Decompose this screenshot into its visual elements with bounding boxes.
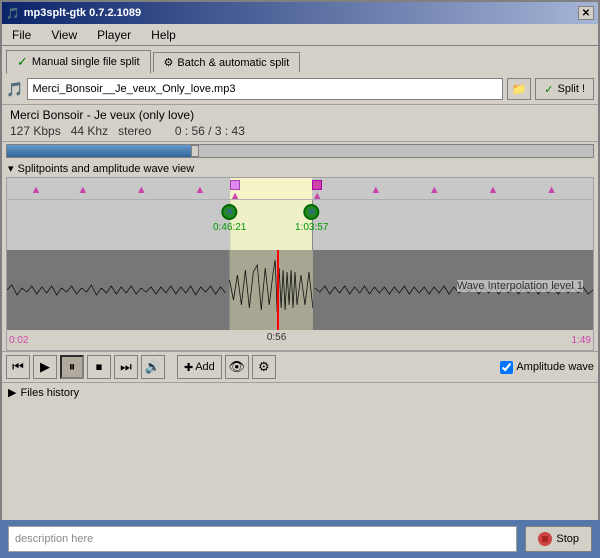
- time-mark-start: 0:02: [9, 335, 28, 346]
- bottom-bar: description here Stop: [0, 520, 600, 558]
- time-mark-end: 1:49: [572, 335, 591, 346]
- arrow-6: ▲: [429, 184, 440, 196]
- eyes-button[interactable]: 👁: [225, 355, 249, 379]
- description-box[interactable]: description here: [8, 526, 517, 552]
- stop-label: Stop: [556, 533, 579, 545]
- amplitude-check[interactable]: Amplitude wave: [500, 361, 594, 374]
- channels: stereo: [118, 124, 151, 138]
- info-bar: Merci Bonsoir - Je veux (only love) 127 …: [2, 105, 598, 142]
- bitrate: 127 Kbps: [10, 124, 61, 138]
- files-history-arrow: ▶: [8, 386, 16, 399]
- volume-button[interactable]: 🔊: [141, 355, 165, 379]
- tab-manual-check: ✓: [17, 54, 28, 70]
- sp-left-arrow: ▲: [230, 190, 241, 200]
- tab-batch-icon: ⚙: [164, 56, 174, 69]
- music-icon: 🎵: [6, 81, 23, 98]
- arrow-7: ▲: [488, 184, 499, 196]
- app-icon: 🎵: [6, 7, 20, 20]
- menu-player[interactable]: Player: [91, 26, 137, 44]
- stop-inner: [542, 536, 548, 542]
- wave-interpolation-label: Wave Interpolation level 1: [457, 280, 583, 292]
- close-button[interactable]: ✕: [578, 6, 594, 20]
- files-history-label: Files history: [20, 387, 79, 399]
- amplitude-checkbox[interactable]: [500, 361, 513, 374]
- play-button[interactable]: ▶: [33, 355, 57, 379]
- settings-button[interactable]: ⚙: [252, 355, 276, 379]
- tab-batch-label: Batch & automatic split: [177, 57, 289, 69]
- sp-right-arrow: ▲: [312, 190, 323, 200]
- pause-button[interactable]: ⏸: [60, 355, 84, 379]
- selection-highlight: [230, 178, 312, 199]
- splitpoints-label: Splitpoints and amplitude wave view: [18, 163, 195, 175]
- amplitude-label: Amplitude wave: [516, 361, 594, 373]
- stop-button[interactable]: Stop: [525, 526, 592, 552]
- description-text: description here: [15, 533, 93, 545]
- toolbar: ⏮ ▶ ⏸ ⏹ ⏭ 🔊 ✚ Add 👁 ⚙ Amplitude wave: [2, 351, 598, 383]
- folder-icon: 📁: [512, 82, 527, 96]
- add-button[interactable]: ✚ Add: [177, 355, 222, 379]
- tab-manual-label: Manual single file split: [32, 56, 140, 68]
- time-position: 0 : 56 / 3 : 43: [175, 124, 245, 138]
- browse-button[interactable]: 📁: [507, 78, 531, 100]
- sp-left-square[interactable]: [230, 180, 240, 190]
- split-check-icon: ✓: [544, 83, 553, 96]
- sp-right-x: ✕: [308, 207, 316, 218]
- waveform[interactable]: Wave Interpolation level 1: [7, 250, 593, 330]
- menu-file[interactable]: File: [6, 26, 37, 44]
- markers-row: ✕ 0:46:21 ✕ 1:03:57: [7, 200, 593, 250]
- sp-right-square[interactable]: [312, 180, 322, 190]
- add-label: Add: [195, 361, 215, 373]
- tab-manual[interactable]: ✓ Manual single file split: [6, 50, 151, 74]
- arrow-5: ▲: [370, 184, 381, 196]
- split-label: Split !: [557, 83, 585, 95]
- rewind-button[interactable]: ⏮: [6, 355, 30, 379]
- sp-left-x: ✕: [225, 207, 233, 218]
- add-icon: ✚: [184, 361, 193, 374]
- stop-tb-button[interactable]: ⏹: [87, 355, 111, 379]
- files-history[interactable]: ▶ Files history: [2, 383, 598, 402]
- arrow-4: ▲: [195, 184, 206, 196]
- title-bar: 🎵 mp3splt-gtk 0.7.2.1089 ✕: [2, 2, 598, 24]
- arrow-3: ▲: [136, 184, 147, 196]
- app-title: mp3splt-gtk 0.7.2.1089: [24, 7, 141, 19]
- sp-left-circle[interactable]: ✕: [222, 204, 238, 220]
- time-mark-current: 0:56: [267, 332, 286, 343]
- sp-left-time: 0:46:21: [213, 222, 246, 233]
- time-ruler: 0:02 0:56 1:49: [7, 330, 593, 350]
- frequency: 44 Khz: [71, 124, 108, 138]
- progress-thumb[interactable]: [191, 145, 199, 157]
- arrow-8: ▲: [546, 184, 557, 196]
- menu-help[interactable]: Help: [145, 26, 182, 44]
- arrow-2: ▲: [77, 184, 88, 196]
- file-bar: 🎵 📁 ✓ Split !: [2, 74, 598, 105]
- sp-right-circle[interactable]: ✕: [304, 204, 320, 220]
- collapse-icon: ▾: [8, 162, 14, 175]
- split-button[interactable]: ✓ Split !: [535, 78, 594, 100]
- wave-container: ▲ ▲ ▲ ▲ ▲ ▲ ▲ ▲ ▲ ▲ ✕ 0:46:21: [6, 177, 594, 351]
- tab-batch[interactable]: ⚙ Batch & automatic split: [153, 52, 301, 72]
- title-bar-left: 🎵 mp3splt-gtk 0.7.2.1089: [6, 7, 141, 20]
- track-title: Merci Bonsoir - Je veux (only love): [10, 108, 590, 122]
- track-info: 127 Kbps 44 Khz stereo 0 : 56 / 3 : 43: [10, 124, 590, 138]
- arrow-1: ▲: [30, 184, 41, 196]
- tabs: ✓ Manual single file split ⚙ Batch & aut…: [2, 46, 598, 74]
- menu-bar: File View Player Help: [2, 24, 598, 46]
- splitpoints-header[interactable]: ▾ Splitpoints and amplitude wave view: [2, 160, 598, 177]
- stop-icon: [538, 532, 552, 546]
- progress-bar[interactable]: [6, 144, 594, 158]
- file-input[interactable]: [27, 78, 503, 100]
- progress-fill: [7, 145, 195, 157]
- arrow-row[interactable]: ▲ ▲ ▲ ▲ ▲ ▲ ▲ ▲ ▲ ▲: [7, 178, 593, 200]
- forward-button[interactable]: ⏭: [114, 355, 138, 379]
- menu-view[interactable]: View: [45, 26, 83, 44]
- sp-right-time: 1:03:57: [295, 222, 328, 233]
